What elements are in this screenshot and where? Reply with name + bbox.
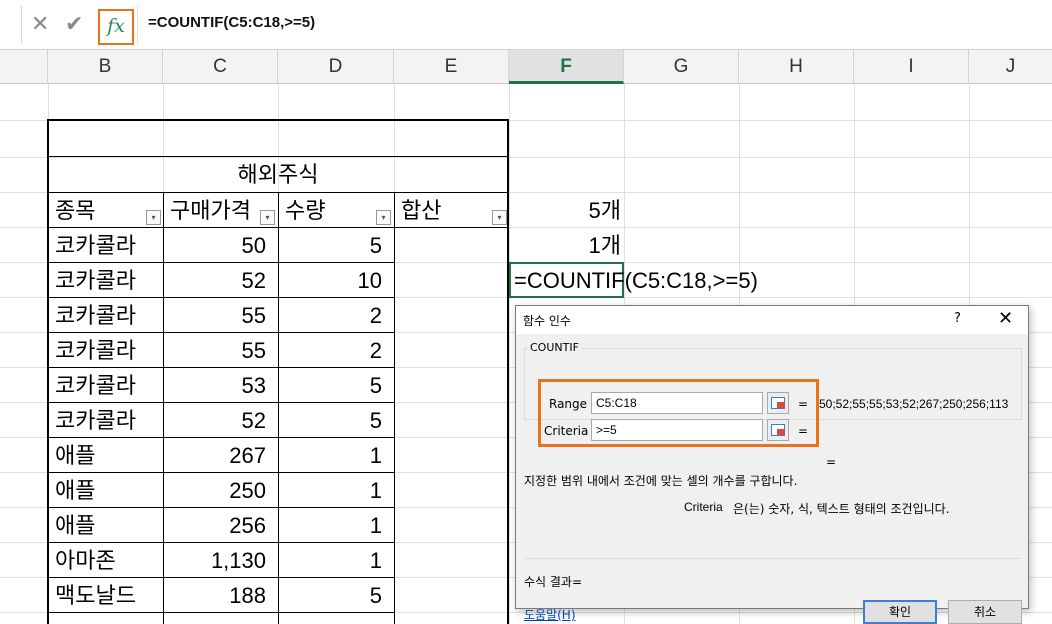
name-box-edge	[0, 6, 22, 44]
table-cell-qty[interactable]: 1	[279, 438, 394, 473]
column-header-j[interactable]: J	[969, 50, 1052, 84]
table-cell-qty[interactable]: 2	[279, 333, 394, 368]
table-cell-qty[interactable]: 5	[279, 228, 394, 263]
table-cell-price[interactable]: 188	[164, 578, 278, 613]
column-header-h[interactable]: H	[739, 50, 854, 84]
dialog-title: 함수 인수	[523, 314, 571, 328]
table-cell-stock[interactable]: 코카콜라	[49, 403, 163, 438]
close-icon[interactable]: ✕	[998, 308, 1013, 329]
check-icon[interactable]: ✔	[65, 14, 83, 36]
table-cell-price[interactable]: 53	[164, 368, 278, 403]
column-header-a-partial[interactable]	[0, 50, 48, 84]
table-cell-stock[interactable]: 애플	[49, 508, 163, 543]
table-cell-price[interactable]: 250	[164, 473, 278, 508]
column-header-b[interactable]: B	[48, 50, 163, 84]
table-cell-stock[interactable]: 코카콜라	[49, 368, 163, 403]
dialog-titlebar[interactable]: 함수 인수 ? ✕	[516, 306, 1028, 334]
highlight-box	[538, 379, 819, 447]
table-cell-price[interactable]: 55	[164, 298, 278, 333]
table-cell-price[interactable]: 55	[164, 333, 278, 368]
column-header-e[interactable]: E	[394, 50, 509, 84]
table-cell-price[interactable]: 1,130	[164, 543, 278, 578]
filter-dropdown-icon[interactable]: ▾	[492, 210, 507, 225]
table-cell-stock[interactable]: 코카콜라	[49, 228, 163, 263]
argument-description-name: Criteria	[684, 500, 723, 514]
function-name: COUNTIF	[528, 341, 581, 354]
table-cell-price[interactable]: 50	[164, 228, 278, 263]
table-border-col	[394, 192, 395, 624]
table-cell-qty[interactable]: 2	[279, 298, 394, 333]
column-headers: B C D E F G H I J	[0, 50, 1052, 84]
count-result-cell[interactable]: 5개	[509, 193, 621, 228]
table-cell-stock[interactable]: 코카콜라	[49, 333, 163, 368]
total-equals: =	[826, 455, 837, 469]
formula-input[interactable]: =COUNTIF(C5:C18,>=5)	[148, 14, 315, 31]
table-cell-stock[interactable]: 애플	[49, 438, 163, 473]
table-cell-price[interactable]: 267	[164, 438, 278, 473]
dialog-body: COUNTIF Range C5:C18 = 50;52;55;55;53;52…	[516, 334, 1028, 624]
divider	[524, 558, 1022, 559]
count-result-cell[interactable]: 1개	[509, 228, 621, 263]
table-cell-price[interactable]: 52	[164, 263, 278, 298]
table-cell-qty[interactable]: 5	[279, 578, 394, 613]
ok-button[interactable]: 확인	[863, 600, 937, 624]
column-header-i[interactable]: I	[854, 50, 969, 84]
table-cell-stock[interactable]: 맥도날드	[49, 578, 163, 613]
table-title[interactable]: 해외주식	[49, 157, 507, 192]
table-cell-stock[interactable]: 코카콜라	[49, 263, 163, 298]
function-arguments-dialog: 함수 인수 ? ✕ COUNTIF Range C5:C18 = 50;52;5…	[515, 305, 1029, 624]
help-icon[interactable]: ?	[954, 311, 961, 326]
table-cell-qty[interactable]: 5	[279, 403, 394, 438]
argument-description: 은(는) 숫자, 식, 텍스트 형태의 조건입니다.	[733, 502, 950, 516]
table-cell-stock[interactable]: 애플	[49, 473, 163, 508]
filter-dropdown-icon[interactable]: ▾	[146, 210, 161, 225]
column-header-d[interactable]: D	[278, 50, 394, 84]
column-header-c[interactable]: C	[163, 50, 278, 84]
table-cell-price[interactable]: 256	[164, 508, 278, 543]
table-cell-qty[interactable]: 1	[279, 508, 394, 543]
filter-dropdown-icon[interactable]: ▾	[376, 210, 391, 225]
function-description: 지정한 범위 내에서 조건에 맞는 셀의 개수를 구합니다.	[524, 474, 798, 488]
header-sum[interactable]: 합산	[395, 193, 507, 228]
column-header-g[interactable]: G	[624, 50, 739, 84]
cancel-button[interactable]: 취소	[948, 600, 1022, 624]
table-cell-qty[interactable]: 5	[279, 368, 394, 403]
formula-tools: ✕ ✔ fx	[23, 6, 138, 45]
cancel-icon[interactable]: ✕	[31, 14, 49, 36]
editing-formula-cell[interactable]: =COUNTIF(C5:C18,>=5)	[514, 263, 758, 298]
table-cell-price[interactable]: 52	[164, 403, 278, 438]
table-cell-stock[interactable]: 코카콜라	[49, 298, 163, 333]
table-cell-qty[interactable]: 10	[279, 263, 394, 298]
formula-bar: ✕ ✔ fx =COUNTIF(C5:C18,>=5)	[0, 0, 1052, 50]
formula-result-label: 수식 결과=	[524, 575, 583, 589]
column-header-f[interactable]: F	[509, 50, 624, 84]
table-cell-stock[interactable]: 아마존	[49, 543, 163, 578]
table-cell-qty[interactable]: 1	[279, 473, 394, 508]
help-link[interactable]: 도움말(H)	[524, 606, 576, 623]
table-border-top	[47, 119, 509, 121]
table-cell-qty[interactable]: 1	[279, 543, 394, 578]
filter-dropdown-icon[interactable]: ▾	[260, 210, 275, 225]
insert-function-icon[interactable]: fx	[98, 9, 134, 45]
range-result-preview: 50;52;55;55;53;52;267;250;256;113	[819, 397, 1009, 411]
